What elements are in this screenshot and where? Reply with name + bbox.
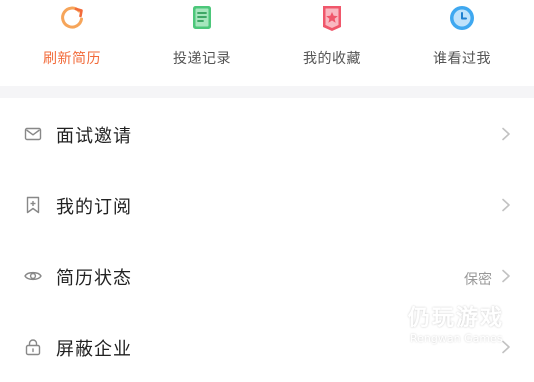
section-divider (0, 86, 534, 98)
menu-item-interview-invitations[interactable]: 面试邀请 (0, 98, 534, 169)
menu-item-label: 面试邀请 (56, 126, 132, 147)
refresh-resume-label: 刷新简历 (43, 51, 101, 67)
clock-icon (450, 6, 474, 30)
eye-icon (24, 271, 42, 281)
menu-item-label: 我的订阅 (56, 197, 132, 218)
menu-item-resume-status[interactable]: 简历状态 保密 (0, 240, 534, 311)
chevron-right-icon (502, 198, 510, 212)
resume-privacy-value: 保密 (464, 272, 492, 288)
favorite-star-icon (323, 6, 341, 31)
menu-item-block-companies[interactable]: 屏蔽企业 (0, 311, 534, 382)
mail-icon (24, 127, 42, 141)
my-favorites-button[interactable]: 我的收藏 (265, 0, 399, 86)
chevron-right-icon (502, 340, 510, 354)
document-icon (193, 6, 211, 29)
my-favorites-label: 我的收藏 (303, 51, 361, 67)
delivery-records-label: 投递记录 (173, 51, 231, 67)
settings-menu: 面试邀请 我的订阅 简历状态 保密 屏蔽企业 (0, 98, 534, 382)
refresh-resume-button[interactable]: 刷新简历 (5, 0, 139, 86)
menu-item-my-subscriptions[interactable]: 我的订阅 (0, 169, 534, 240)
chevron-right-icon (502, 127, 510, 141)
menu-item-label: 屏蔽企业 (56, 339, 132, 360)
lock-icon (25, 339, 41, 356)
refresh-icon (61, 6, 83, 29)
bookmark-icon (26, 196, 40, 214)
menu-item-label: 简历状态 (56, 268, 132, 289)
who-viewed-me-label: 谁看过我 (433, 51, 491, 67)
quick-action-bar: 刷新简历 投递记录 我的收藏 谁看过我 (0, 0, 534, 86)
who-viewed-me-button[interactable]: 谁看过我 (395, 0, 529, 86)
delivery-records-button[interactable]: 投递记录 (135, 0, 269, 86)
chevron-right-icon (502, 269, 510, 283)
